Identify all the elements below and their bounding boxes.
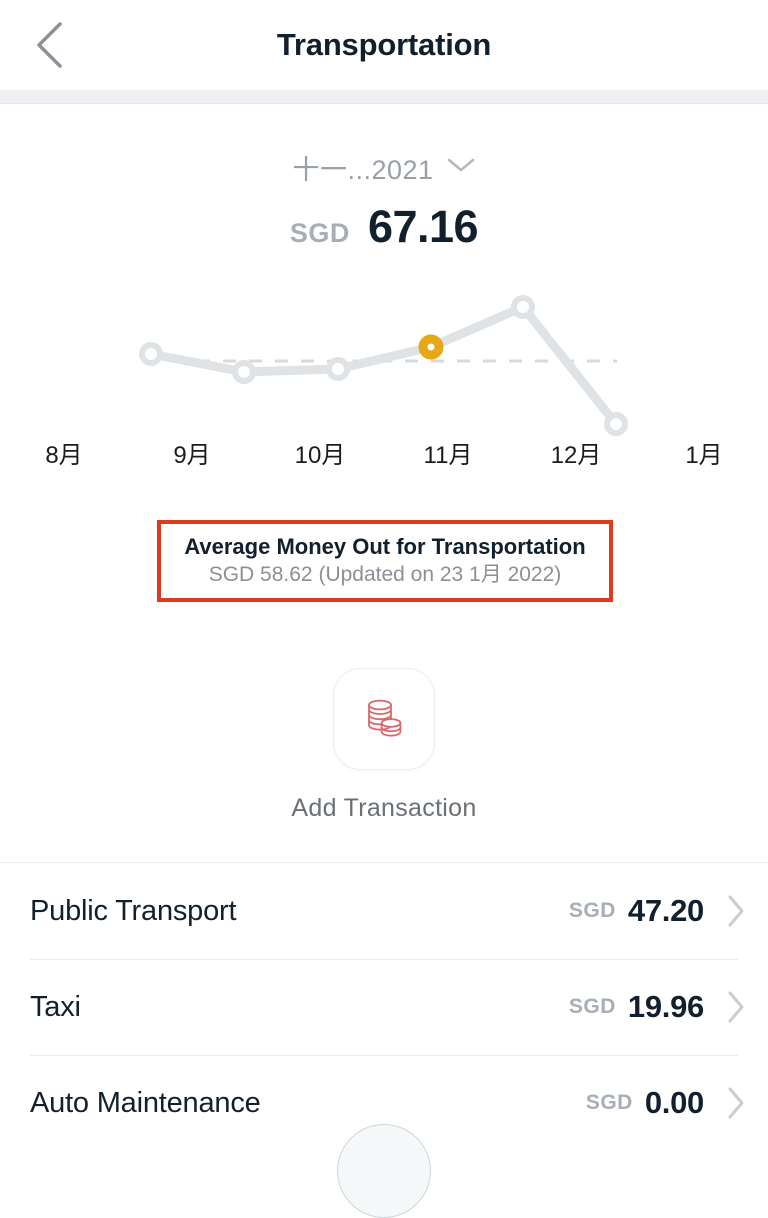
category-currency: SGD (568, 995, 616, 1018)
category-amount: 47.20 (627, 893, 704, 928)
header-divider (0, 90, 768, 104)
page-title: Transportation (276, 27, 492, 62)
total-value: 67.16 (367, 201, 479, 252)
spending-trend-chart[interactable]: 8月 9月 10月 11月 12月 1月 (0, 285, 768, 485)
chevron-right-icon (726, 990, 746, 1024)
app-header: Transportation (0, 0, 768, 90)
category-name: Public Transport (30, 894, 237, 927)
x-tick-label: 12月 (550, 442, 602, 469)
category-list: Public Transport SGD 47.20 Taxi SGD 19.9… (0, 862, 768, 1151)
category-name: Auto Maintenance (30, 1086, 261, 1119)
list-item[interactable]: Taxi SGD 19.96 (0, 959, 768, 1055)
category-currency: SGD (568, 899, 616, 922)
total-currency: SGD (289, 218, 350, 248)
total-amount: SGD 67.16 (0, 201, 768, 253)
data-point (604, 412, 628, 436)
month-selector-label: 十一...2021 (292, 155, 434, 185)
chevron-right-icon (726, 894, 746, 928)
month-selector[interactable]: 十一...2021 (292, 148, 475, 187)
average-subtitle: SGD 58.62 (Updated on 23 1月 2022) (208, 563, 562, 587)
data-point (139, 342, 163, 366)
back-button[interactable] (18, 14, 80, 76)
average-info-callout: Average Money Out for Transportation SGD… (157, 520, 613, 602)
coins-stack-icon (359, 692, 409, 747)
x-tick-label: 10月 (294, 442, 346, 469)
category-name: Taxi (30, 990, 81, 1023)
add-transaction-button[interactable] (333, 668, 435, 770)
chevron-left-icon (32, 20, 66, 70)
add-transaction-label: Add Transaction (291, 794, 477, 822)
data-point-selected (418, 334, 444, 360)
category-currency: SGD (585, 1091, 633, 1114)
category-amount: 0.00 (644, 1085, 704, 1120)
chevron-right-icon (726, 1086, 746, 1120)
x-tick-label: 11月 (423, 442, 473, 469)
data-point (232, 360, 256, 384)
chart-line (146, 302, 621, 429)
chart-x-axis: 8月 9月 10月 11月 12月 1月 (0, 435, 768, 470)
x-tick-label: 9月 (173, 442, 211, 469)
category-amount: 19.96 (627, 989, 704, 1024)
floating-action-button[interactable] (337, 1124, 431, 1218)
chart-plot-area (139, 295, 628, 436)
data-point (326, 357, 350, 381)
add-transaction-section: Add Transaction (0, 668, 768, 823)
summary-section: 十一...2021 SGD 67.16 (0, 104, 768, 253)
x-tick-label: 1月 (685, 442, 723, 469)
data-point (511, 295, 535, 319)
list-item[interactable]: Public Transport SGD 47.20 (0, 863, 768, 959)
average-title: Average Money Out for Transportation (184, 533, 586, 559)
x-tick-label: 8月 (45, 442, 83, 469)
chevron-down-icon (446, 156, 476, 179)
